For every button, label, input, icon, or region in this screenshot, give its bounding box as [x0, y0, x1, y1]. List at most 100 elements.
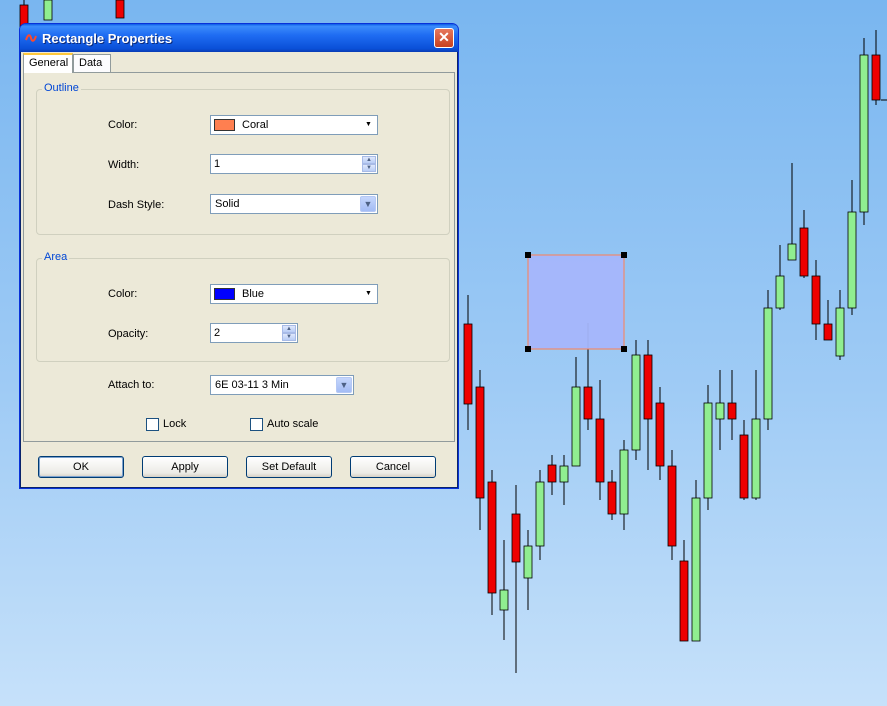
candlestick [43, 0, 53, 21]
title-bar[interactable]: Rectangle Properties ✕ [20, 24, 458, 52]
candle-body [499, 589, 509, 611]
candlestick [715, 370, 725, 450]
chevron-down-icon[interactable]: ▼ [363, 119, 374, 131]
resize-handle[interactable] [525, 252, 531, 258]
ok-button[interactable]: OK [38, 456, 124, 478]
dash-style-select[interactable]: Solid ▼ [210, 194, 378, 214]
candlestick [703, 385, 713, 510]
candle-body [607, 481, 617, 515]
app-logo-icon [25, 34, 37, 42]
cancel-button[interactable]: Cancel [350, 456, 436, 478]
candlestick [631, 340, 641, 460]
close-button[interactable]: ✕ [434, 28, 454, 48]
candle-body [619, 449, 629, 515]
candle-body [835, 307, 845, 357]
tab-data[interactable]: Data [73, 54, 111, 72]
outline-color-swatch [214, 119, 235, 131]
candle-body [739, 434, 749, 499]
candlestick [463, 295, 473, 430]
candle-body [751, 418, 761, 499]
candlestick [115, 0, 125, 19]
chevron-down-icon[interactable]: ▼ [363, 288, 374, 300]
candle-body [547, 464, 557, 483]
candlestick [739, 420, 749, 500]
candle-body [535, 481, 545, 547]
set-default-button[interactable]: Set Default [246, 456, 332, 478]
candlestick [535, 470, 545, 560]
dash-style-label: Dash Style: [108, 199, 165, 211]
spin-up-icon[interactable]: ▲ [282, 325, 296, 333]
opacity-stepper[interactable]: 2 ▲ ▼ [210, 323, 298, 343]
candlestick [811, 260, 821, 340]
candle-body [847, 211, 857, 309]
candle-body [643, 354, 653, 420]
candlestick [763, 290, 773, 430]
auto-scale-checkbox[interactable] [250, 418, 263, 431]
candlestick [679, 540, 689, 642]
outline-width-stepper[interactable]: 1 ▲ ▼ [210, 154, 378, 174]
apply-button[interactable]: Apply [142, 456, 228, 478]
rectangle-drawing-object[interactable] [527, 254, 625, 350]
candlestick [835, 290, 845, 360]
candle-body [787, 243, 797, 261]
outline-color-select[interactable]: Coral ▼ [210, 115, 378, 135]
candlestick [751, 370, 761, 500]
candle-body [583, 386, 593, 420]
chevron-down-icon[interactable]: ▼ [360, 196, 376, 212]
candle-body [679, 560, 689, 642]
candlestick [487, 470, 497, 615]
candle-body [115, 0, 125, 19]
general-tab-panel: Outline Color: Coral ▼ Width: 1 ▲ ▼ Dash… [23, 72, 455, 442]
outline-width-label: Width: [108, 159, 140, 171]
chevron-down-icon[interactable]: ▼ [336, 377, 352, 393]
candle-body [475, 386, 485, 499]
candlestick [775, 245, 785, 310]
area-color-select[interactable]: Blue ▼ [210, 284, 378, 304]
lock-label[interactable]: Lock [163, 418, 186, 430]
area-color-label: Color: [108, 288, 138, 300]
outline-color-label: Color: [108, 119, 138, 131]
candlestick [799, 210, 809, 278]
auto-scale-label[interactable]: Auto scale [267, 418, 318, 430]
candlestick [655, 387, 665, 480]
candle-body [595, 418, 605, 483]
candlestick [559, 455, 569, 505]
candlestick [727, 370, 737, 440]
candlestick [871, 30, 881, 105]
attach-to-select[interactable]: 6E 03-11 3 Min ▼ [210, 375, 354, 395]
candle-body [463, 323, 473, 405]
candle-body [811, 275, 821, 325]
dialog-title: Rectangle Properties [42, 31, 173, 46]
candle-body [763, 307, 773, 420]
area-color-swatch [214, 288, 235, 300]
lock-checkbox[interactable] [146, 418, 159, 431]
outline-color-value: Coral [242, 119, 269, 131]
resize-handle[interactable] [525, 346, 531, 352]
attach-to-value: 6E 03-11 3 Min [215, 379, 289, 391]
candlestick [823, 300, 833, 341]
spin-down-icon[interactable]: ▼ [362, 164, 376, 172]
tab-general[interactable]: General [23, 53, 73, 73]
candle-body [823, 323, 833, 341]
candlestick [571, 357, 581, 467]
candle-body [871, 54, 881, 101]
candle-body [631, 354, 641, 451]
candle-body [799, 227, 809, 277]
spin-down-icon[interactable]: ▼ [282, 333, 296, 341]
candlestick [847, 180, 857, 315]
candle-body [691, 497, 701, 642]
outline-width-value: 1 [214, 158, 221, 170]
resize-handle[interactable] [621, 346, 627, 352]
candle-body [775, 275, 785, 309]
candle-body [715, 402, 725, 420]
resize-handle[interactable] [621, 252, 627, 258]
rectangle-properties-dialog: Rectangle Properties ✕ General Data Outl… [19, 23, 459, 489]
opacity-value: 2 [214, 327, 221, 339]
candlestick [499, 540, 509, 640]
spin-up-icon[interactable]: ▲ [362, 156, 376, 164]
candlestick [787, 163, 797, 261]
candlestick [595, 380, 605, 500]
candle-body [655, 402, 665, 467]
candle-body [523, 545, 533, 579]
candlestick [619, 440, 629, 530]
